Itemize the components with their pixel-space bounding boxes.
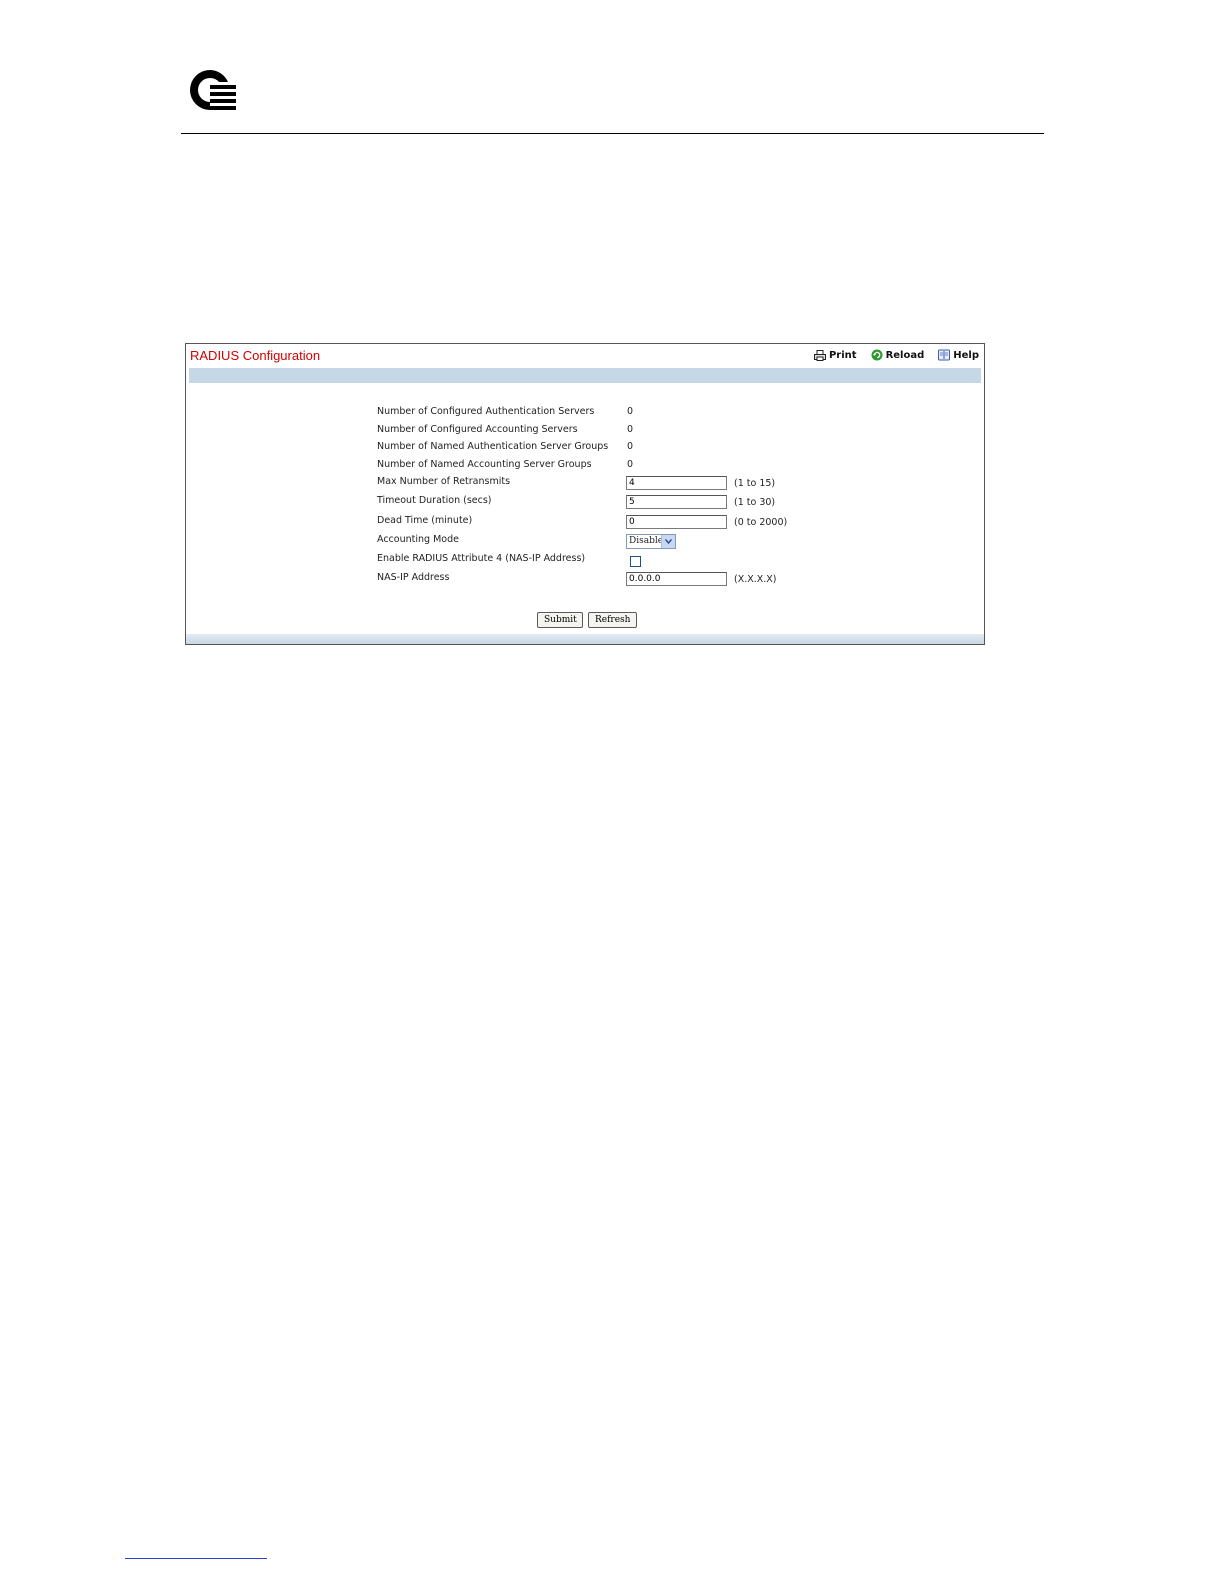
radius-configuration-panel: RADIUS Configuration Print Reload Help N… [185, 343, 985, 645]
refresh-button[interactable]: Refresh [588, 612, 637, 628]
submit-button[interactable]: Submit [537, 612, 583, 628]
nas-ip-address-label: NAS-IP Address [377, 572, 450, 584]
stat-label: Number of Configured Authentication Serv… [377, 406, 595, 417]
stat-label: Number of Configured Accounting Servers [377, 423, 578, 435]
stat-value: 0 [627, 406, 634, 417]
timeout-duration-range: (1 to 30) [734, 497, 776, 509]
help-icon [938, 349, 951, 361]
stat-row: Number of Configured Authentication Serv… [377, 404, 937, 422]
print-button[interactable]: Print [813, 349, 857, 361]
print-icon [813, 349, 826, 361]
print-label: Print [828, 349, 857, 361]
reload-label: Reload [885, 349, 925, 361]
brand-logo [186, 66, 238, 114]
max-retransmits-range: (1 to 15) [734, 478, 776, 489]
reload-button[interactable]: Reload [871, 349, 925, 361]
header-bar [189, 368, 981, 383]
max-retransmits-label: Max Number of Retransmits [377, 476, 511, 487]
page-title: RADIUS Configuration [190, 348, 321, 363]
nas-ip-address-input[interactable]: 0.0.0.0 [626, 572, 727, 587]
stat-row: Number of Named Accounting Server Groups… [377, 457, 937, 475]
help-button[interactable]: Help [938, 349, 979, 361]
accounting-mode-select[interactable]: Disable [626, 533, 676, 549]
header-divider [181, 133, 1044, 134]
max-retransmits-input[interactable]: 4 [626, 476, 727, 490]
reload-icon [871, 349, 883, 361]
nas-ip-attribute-label: Enable RADIUS Attribute 4 (NAS-IP Addres… [377, 553, 586, 565]
accounting-mode-label: Accounting Mode [377, 533, 459, 545]
stat-row: Number of Named Authentication Server Gr… [377, 439, 937, 457]
nas-ip-address-row: NAS-IP Address 0.0.0.0 (X.X.X.X) [377, 570, 937, 589]
accounting-mode-row: Accounting Mode Disable [377, 532, 937, 551]
nas-ip-attribute-checkbox[interactable] [630, 556, 641, 568]
help-label: Help [953, 349, 979, 361]
timeout-duration-row: Timeout Duration (secs) 5 (1 to 30) [377, 493, 937, 512]
chevron-down-icon[interactable] [661, 534, 675, 548]
stat-value: 0 [627, 458, 634, 470]
nas-ip-attribute-row: Enable RADIUS Attribute 4 (NAS-IP Addres… [377, 551, 937, 570]
max-retransmits-row: Max Number of Retransmits 4 (1 to 15) [377, 474, 937, 493]
dead-time-range: (0 to 2000) [734, 516, 788, 528]
stat-label: Number of Named Accounting Server Groups [377, 458, 592, 470]
accounting-mode-value: Disable [629, 535, 664, 546]
stat-value: 0 [627, 441, 634, 452]
dead-time-input[interactable]: 0 [626, 514, 727, 529]
stat-value: 0 [627, 423, 634, 435]
timeout-duration-label: Timeout Duration (secs) [377, 495, 492, 507]
radius-form: Number of Configured Authentication Serv… [377, 404, 937, 590]
dead-time-row: Dead Time (minute) 0 (0 to 2000) [377, 513, 937, 532]
stat-row: Number of Configured Accounting Servers … [377, 422, 937, 440]
form-buttons: Submit Refresh [537, 612, 642, 628]
footer-link-rule [125, 1558, 267, 1559]
timeout-duration-input[interactable]: 5 [626, 495, 727, 510]
nas-ip-address-range: (X.X.X.X) [734, 574, 777, 586]
dead-time-label: Dead Time (minute) [377, 514, 473, 526]
stat-label: Number of Named Authentication Server Gr… [377, 441, 609, 452]
footer-bar [186, 634, 984, 644]
toolbar: Print Reload Help [800, 349, 979, 361]
